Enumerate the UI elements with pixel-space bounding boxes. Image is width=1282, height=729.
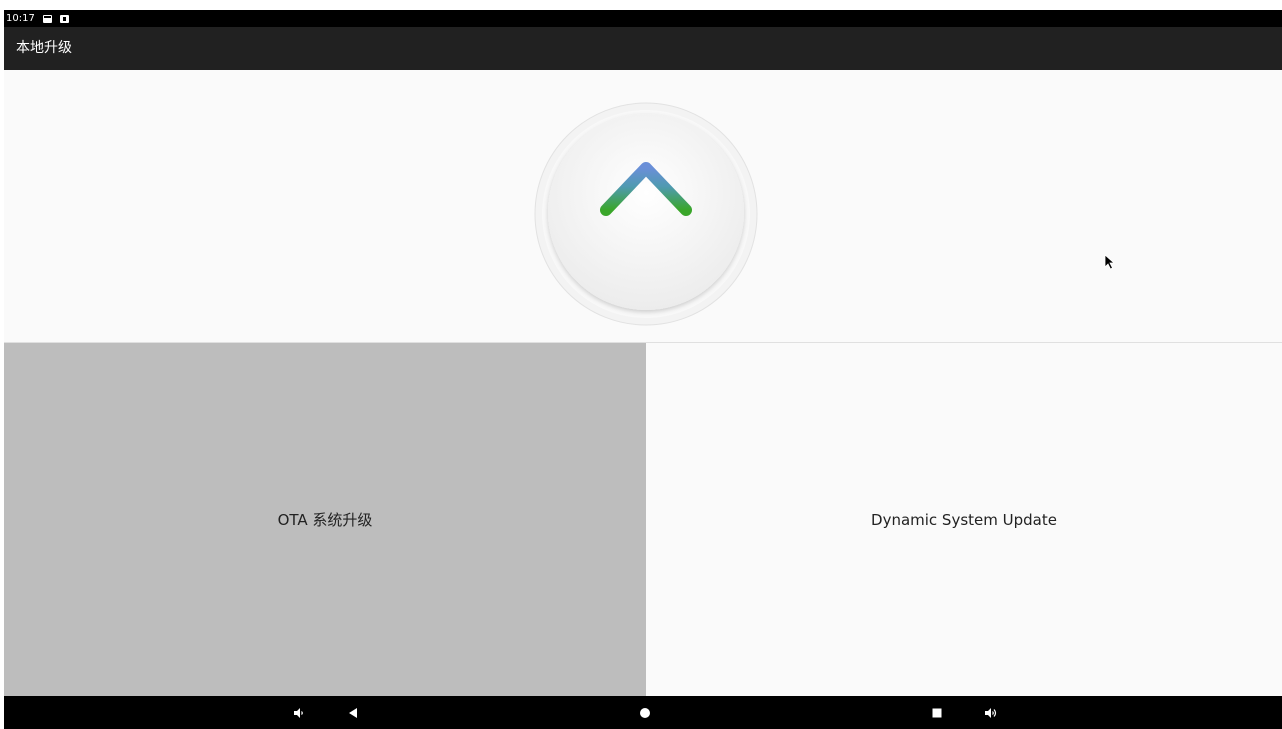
back-icon[interactable] <box>342 696 364 729</box>
navigation-bar <box>4 696 1282 729</box>
ota-update-label: OTA 系统升级 <box>277 511 373 529</box>
dynamic-system-update-button[interactable]: Dynamic System Update <box>646 343 1282 696</box>
status-bar: 10:17 <box>4 10 1282 27</box>
ota-update-button[interactable]: OTA 系统升级 <box>4 343 646 696</box>
status-time: 10:17 <box>6 13 35 24</box>
upgrade-panel <box>4 70 1282 343</box>
app-bar: 本地升级 <box>4 27 1282 70</box>
image-notification-icon <box>42 14 52 23</box>
home-icon[interactable] <box>634 696 656 729</box>
dynamic-system-update-label: Dynamic System Update <box>871 510 1057 529</box>
recents-icon[interactable] <box>926 696 948 729</box>
upload-button[interactable] <box>534 102 758 326</box>
page-title: 本地升级 <box>16 40 72 56</box>
volume-up-icon[interactable] <box>980 696 1002 729</box>
volume-down-icon[interactable] <box>288 696 310 729</box>
sd-card-icon <box>59 14 69 23</box>
screen: 10:17 本地升级 OTA 系统升级 Dynamic System Updat… <box>4 10 1282 729</box>
mouse-cursor-icon <box>1104 254 1116 270</box>
